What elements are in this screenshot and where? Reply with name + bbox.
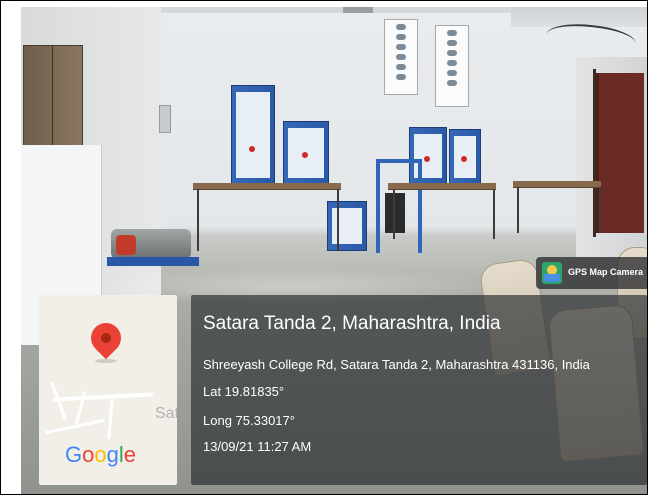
image-frame: GPS Map Camera Sat Google Satara Tanda 2… [0,0,648,495]
map-road [52,392,154,402]
map-pin-icon [84,316,128,360]
wall-switchboard [159,105,171,133]
table-legs [517,187,601,233]
motor-base [107,257,199,266]
door [596,73,644,233]
location-address: Shreeyash College Rd, Satara Tanda 2, Ma… [203,357,590,372]
map-road [107,398,114,440]
control-panel-unit [449,129,481,185]
table-legs [197,189,339,251]
wall-chart [435,25,469,107]
google-logo: Google [65,442,137,467]
control-panel-unit [283,121,329,185]
latitude-text: Lat 19.81835° [203,384,285,399]
gps-map-camera-badge: GPS Map Camera [536,257,647,289]
map-thumbnail: Sat Google [39,295,177,485]
badge-label: GPS Map Camera [568,267,644,277]
map-town-label: Sat [155,405,177,422]
datetime-text: 13/09/21 11:27 AM [203,439,312,454]
wall-chart [384,19,418,95]
ceiling-fixture [343,7,373,13]
longitude-text: Long 75.33017° [203,413,295,428]
map-pin-shadow [95,359,117,363]
location-title: Satara Tanda 2, Maharashtra, India [203,313,501,334]
control-panel-unit [231,85,275,185]
wooden-cupboard [23,45,83,147]
table-legs [393,189,495,239]
location-info-card: Satara Tanda 2, Maharashtra, India Shree… [191,295,647,485]
gps-map-camera-icon [542,262,562,284]
lab-photo: GPS Map Camera Sat Google Satara Tanda 2… [21,7,647,494]
motor-housing [116,235,136,255]
